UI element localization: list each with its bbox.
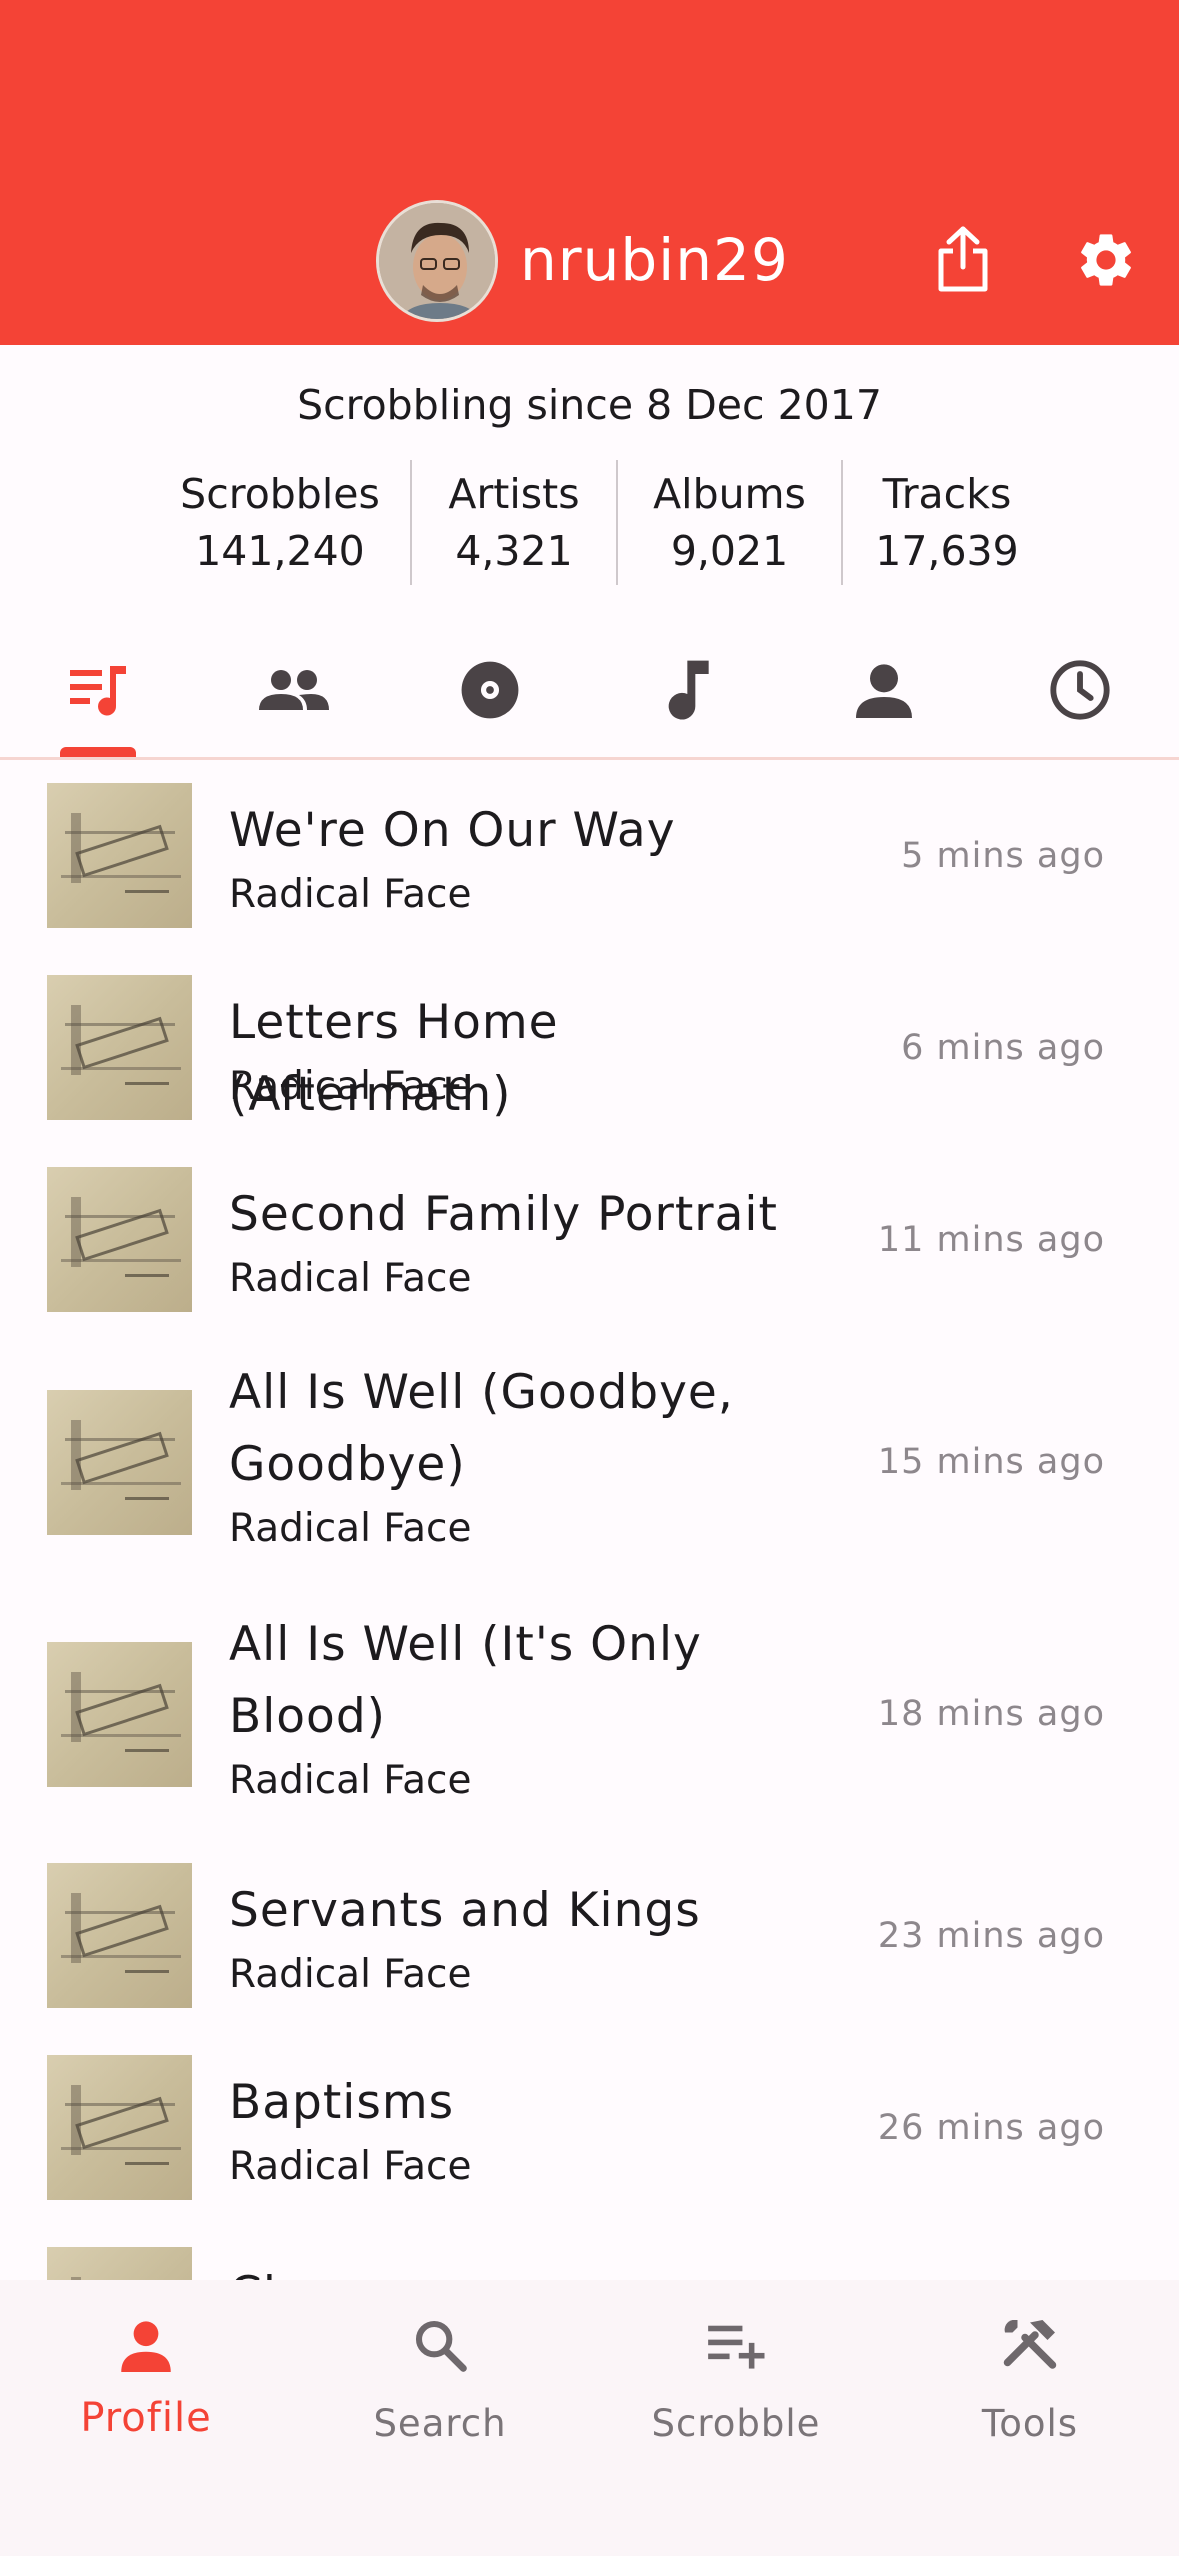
track-artist: Radical Face: [229, 1506, 472, 1551]
share-icon[interactable]: [925, 222, 1001, 298]
track-artist: Radical Face: [229, 1256, 472, 1301]
stats-row: Scrobbles 141,240 Artists 4,321 Albums 9…: [150, 460, 1051, 585]
stat-label: Scrobbles: [180, 469, 380, 518]
nav-label: Search: [373, 2402, 507, 2445]
tools-icon: [930, 2305, 1130, 2385]
recent-scrobbles-icon[interactable]: [48, 650, 148, 730]
bottom-navigation: Profile Search Scrobble Tools: [0, 2280, 1179, 2556]
album-art: [47, 1642, 192, 1787]
album-art: [47, 1863, 192, 2008]
scrobble-time: 5 mins ago: [901, 836, 1105, 876]
track-icon[interactable]: [640, 650, 740, 730]
track-artist: Radical Face: [229, 1064, 472, 1109]
stat-albums: Albums 9,021: [616, 460, 841, 585]
stat-label: Tracks: [882, 469, 1012, 518]
scrobble-time: 15 mins ago: [877, 1442, 1105, 1482]
playlist-add-icon: [636, 2305, 836, 2385]
active-tab-indicator: [60, 747, 136, 757]
list-item[interactable]: All Is Well (It's Only Blood) Radical Fa…: [0, 1591, 1179, 1843]
nav-label: Tools: [981, 2402, 1079, 2445]
list-item[interactable]: Baptisms Radical Face 26 mins ago: [0, 2035, 1179, 2227]
search-icon: [340, 2305, 540, 2385]
stat-value: 9,021: [670, 526, 789, 575]
stat-tracks: Tracks 17,639: [841, 460, 1051, 585]
album-icon[interactable]: [440, 650, 540, 730]
stat-label: Artists: [448, 469, 580, 518]
stat-value: 17,639: [875, 526, 1019, 575]
track-artist: Radical Face: [229, 2144, 472, 2189]
friends-icon[interactable]: [244, 650, 344, 730]
track-title: All Is Well (Goodbye, Goodbye): [229, 1365, 734, 1492]
history-icon[interactable]: [1030, 650, 1130, 730]
scrobble-time: 26 mins ago: [877, 2108, 1105, 2148]
avatar[interactable]: [376, 200, 498, 322]
track-title: Cl…: [229, 2259, 849, 2280]
track-title: We're On Our Way: [229, 803, 676, 858]
album-art: [47, 1390, 192, 1535]
nav-search[interactable]: Search: [340, 2305, 540, 2465]
nav-profile[interactable]: Profile: [46, 2305, 246, 2465]
track-artist: Radical Face: [229, 1758, 472, 1803]
scrobbling-since: Scrobbling since 8 Dec 2017: [297, 381, 882, 429]
track-title: Servants and Kings: [229, 1883, 701, 1938]
scrobble-time: 11 mins ago: [877, 1220, 1105, 1260]
list-item[interactable]: We're On Our Way Radical Face 5 mins ago: [0, 763, 1179, 955]
album-art: [47, 1167, 192, 1312]
list-item[interactable]: Servants and Kings Radical Face 23 mins …: [0, 1843, 1179, 2035]
profile-tabs: [0, 630, 1179, 760]
scrobble-time: 6 mins ago: [901, 1028, 1105, 1068]
list-item[interactable]: Letters Home (Aftermath) Radical Face 6 …: [0, 955, 1179, 1147]
username: nrubin29: [520, 226, 789, 294]
stat-artists: Artists 4,321: [410, 460, 616, 585]
album-art: [47, 783, 192, 928]
list-item[interactable]: All Is Well (Goodbye, Goodbye) Radical F…: [0, 1339, 1179, 1591]
profile-header: nrubin29: [0, 0, 1179, 345]
nav-label: Profile: [80, 2395, 212, 2441]
scrobble-time: 18 mins ago: [877, 1694, 1105, 1734]
nav-tools[interactable]: Tools: [930, 2305, 1130, 2465]
list-item[interactable]: Second Family Portrait Radical Face 11 m…: [0, 1147, 1179, 1339]
artist-icon[interactable]: [834, 650, 934, 730]
stat-value: 4,321: [455, 526, 573, 575]
track-artist: Radical Face: [229, 1952, 472, 1997]
scrobble-list: We're On Our Way Radical Face 5 mins ago…: [0, 763, 1179, 2280]
stat-value: 141,240: [195, 526, 365, 575]
track-title: All Is Well (It's Only Blood): [229, 1617, 702, 1744]
album-art: [47, 2055, 192, 2200]
album-art: [47, 2247, 192, 2280]
list-item[interactable]: Cl…: [0, 2227, 1179, 2280]
track-artist: Radical Face: [229, 872, 472, 917]
stat-label: Albums: [653, 469, 806, 518]
nav-label: Scrobble: [651, 2402, 821, 2445]
album-art: [47, 975, 192, 1120]
track-title: Second Family Portrait: [229, 1187, 778, 1242]
person-icon: [46, 2305, 246, 2385]
scrobble-time: 23 mins ago: [877, 1916, 1105, 1956]
nav-scrobble[interactable]: Scrobble: [636, 2305, 836, 2465]
settings-gear-icon[interactable]: [1068, 222, 1144, 298]
stat-scrobbles: Scrobbles 141,240: [150, 460, 410, 585]
track-title: Baptisms: [229, 2075, 455, 2130]
